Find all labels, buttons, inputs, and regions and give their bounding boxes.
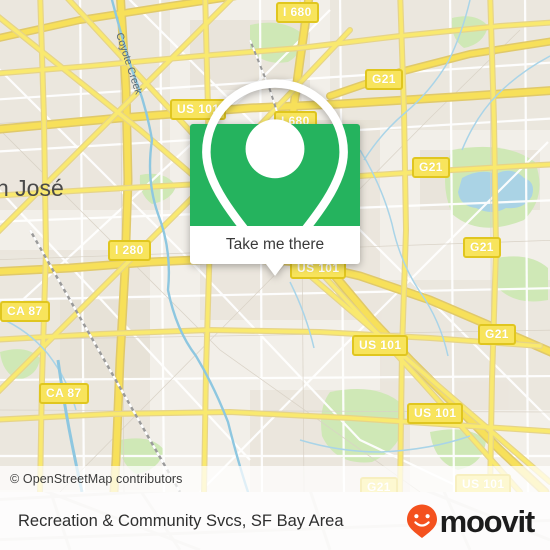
highway-shield: US 101	[352, 335, 409, 356]
attribution-text: © OpenStreetMap contributors	[10, 472, 183, 486]
moovit-smiley-pin-icon	[406, 504, 437, 538]
highway-shield: US 101	[407, 403, 464, 424]
highway-shield: I 280	[108, 240, 151, 261]
highway-shield: CA 87	[39, 383, 89, 404]
bottom-title-bar: Recreation & Community Svcs, SF Bay Area…	[0, 492, 550, 550]
highway-shield: CA 87	[0, 301, 50, 322]
map-pin-icon	[202, 79, 348, 274]
highway-shield: G21	[478, 324, 516, 345]
card-image-area	[190, 79, 360, 274]
moovit-place-map-screenshot: n José Coyote Creek I 680 G21 US 101 I 680 G…	[0, 0, 550, 550]
highway-shield: G21	[365, 69, 403, 90]
highway-shield: G21	[412, 157, 450, 178]
page-title: Recreation & Community Svcs, SF Bay Area	[18, 511, 344, 530]
take-me-there-label: Take me there	[225, 236, 325, 253]
card-pointer-tail	[266, 264, 284, 276]
moovit-logo[interactable]: moovit	[405, 503, 536, 539]
place-info-card[interactable]: Take me there	[190, 79, 360, 276]
map-canvas[interactable]: n José Coyote Creek I 680 G21 US 101 I 680 G…	[0, 0, 550, 492]
map-attribution: © OpenStreetMap contributors	[0, 466, 550, 492]
moovit-wordmark: moovit	[439, 503, 536, 539]
highway-shield: G21	[463, 237, 501, 258]
